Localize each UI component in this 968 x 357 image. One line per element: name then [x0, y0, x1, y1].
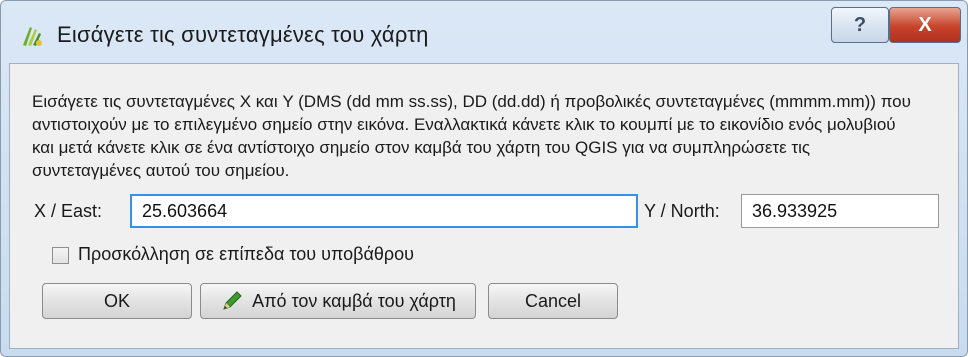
close-icon: X — [918, 13, 932, 36]
ok-button-label: OK — [103, 290, 130, 311]
cancel-button-label: Cancel — [524, 290, 582, 311]
help-icon: ? — [853, 13, 867, 36]
close-button[interactable]: X — [889, 7, 961, 43]
title-bar[interactable]: Εισάγετε τις συντεταγμένες του χάρτη ? X — [1, 1, 967, 61]
dialog-window: Εισάγετε τις συντεταγμένες του χάρτη ? X… — [0, 0, 968, 357]
help-button[interactable]: ? — [831, 7, 889, 43]
window-title: Εισάγετε τις συντεταγμένες του χάρτη — [57, 22, 429, 47]
snap-to-background-checkbox[interactable] — [52, 247, 69, 264]
y-north-input[interactable] — [741, 194, 939, 228]
qgis-georeferencer-icon — [19, 23, 45, 49]
x-east-label: X / East: — [34, 201, 103, 221]
pencil-icon — [220, 289, 244, 313]
ok-button[interactable]: OK — [42, 283, 192, 319]
from-map-canvas-button[interactable]: Από τον καμβά του χάρτη — [200, 283, 476, 319]
x-east-input[interactable] — [130, 194, 638, 228]
instructions-text: Εισάγετε τις συντεταγμένες X και Y (DMS … — [32, 92, 911, 180]
y-north-label: Y / North: — [644, 201, 720, 221]
dialog-body: Εισάγετε τις συντεταγμένες X και Y (DMS … — [9, 63, 959, 349]
cancel-button[interactable]: Cancel — [488, 283, 618, 319]
from-map-canvas-label: Από τον καμβά του χάρτη — [252, 290, 456, 311]
snap-to-background-label: Προσκόλληση σε επίπεδα του υποβάθρου — [78, 244, 414, 264]
